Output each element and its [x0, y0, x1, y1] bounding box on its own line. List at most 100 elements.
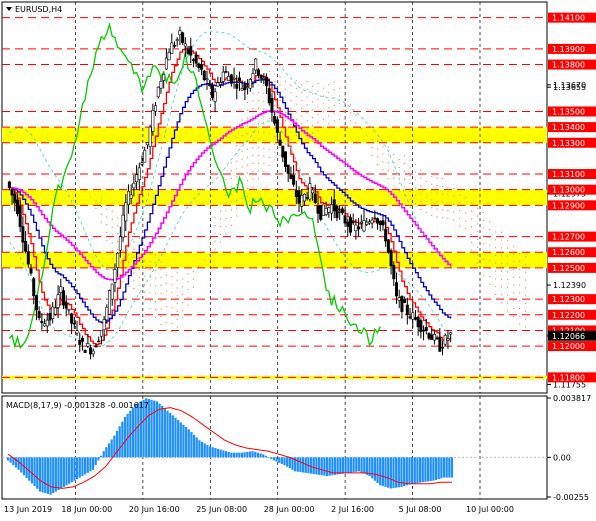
cloud-dot	[219, 241, 222, 243]
cloud-dot	[525, 318, 527, 320]
cloud-dot	[387, 162, 389, 164]
candle-bear	[37, 311, 41, 319]
cloud-dot	[495, 262, 497, 264]
cloud-dot	[513, 284, 515, 286]
chart-canvas[interactable]: EURUSD,H4 1.136701.136551.129751.123901.…	[0, 0, 596, 521]
macd-bar	[41, 457, 44, 493]
candle-bear	[89, 347, 93, 355]
candle-bull	[67, 308, 71, 311]
cloud-dot	[471, 241, 473, 243]
macd-bar	[68, 457, 71, 484]
cloud-dot	[274, 88, 276, 91]
macd-bar	[30, 457, 34, 484]
candle-bull	[262, 77, 266, 80]
macd-bar	[371, 457, 374, 479]
cloud-dot	[279, 76, 281, 78]
candle-bull	[91, 350, 95, 355]
cloud-dot	[263, 108, 265, 110]
macd-bar	[357, 457, 361, 472]
cloud-dot	[268, 70, 270, 73]
candle-bear	[405, 304, 409, 315]
macd-bar	[259, 453, 262, 458]
cloud-dot	[241, 174, 243, 176]
candle-bull	[151, 109, 155, 132]
cloud-dot	[441, 178, 444, 180]
cloud-dot	[355, 114, 357, 116]
candle-bull	[59, 286, 63, 293]
cloud-dot	[453, 188, 455, 190]
candle-bull	[365, 221, 369, 225]
cloud-dot	[127, 254, 130, 256]
price-tick-label: 1.12390	[553, 281, 586, 290]
cloud-dot	[257, 131, 260, 133]
zone-band	[2, 127, 547, 143]
cloud-dot	[295, 142, 297, 144]
cloud-dot	[465, 196, 467, 199]
cloud-dot	[322, 87, 325, 89]
macd-bar	[254, 451, 257, 458]
cloud-dot	[182, 294, 184, 296]
candle-bull	[110, 283, 114, 300]
cloud-dot	[241, 135, 243, 137]
cloud-dot	[459, 194, 461, 196]
cloud-dot	[519, 299, 521, 302]
cloud-dot	[274, 135, 276, 138]
macd-bar	[328, 457, 331, 476]
cloud-dot	[519, 276, 521, 278]
cloud-dot	[84, 189, 86, 191]
cloud-dot	[214, 248, 216, 250]
cloud-dot	[311, 116, 314, 119]
candle-bear	[403, 299, 407, 303]
cloud-dot	[290, 92, 292, 94]
candle-bull	[432, 333, 436, 341]
cloud-dot	[279, 146, 281, 149]
cloud-dot	[431, 214, 433, 217]
cloud-dot	[268, 156, 270, 159]
macd-caption: MACD(8,17,9) -0.001328 -0.001617	[6, 401, 149, 410]
candle-bull	[43, 323, 47, 327]
candle-bull	[154, 105, 158, 112]
cloud-dot	[453, 211, 455, 213]
macd-bar	[278, 457, 281, 463]
cloud-dot	[182, 278, 184, 280]
cloud-dot	[507, 278, 509, 281]
cloud-dot	[219, 225, 222, 228]
cloud-dot	[241, 197, 243, 199]
candle-bear	[286, 164, 290, 174]
cloud-dot	[393, 185, 395, 187]
cloud-dot	[165, 266, 167, 269]
macd-bar	[121, 421, 124, 458]
macd-bar	[97, 457, 100, 461]
cloud-dot	[274, 81, 276, 83]
macd-bar	[450, 457, 454, 478]
cloud-dot	[246, 195, 249, 197]
macd-bar	[360, 457, 363, 473]
candle-bear	[15, 199, 19, 215]
candle-bull	[159, 81, 163, 89]
cloud-dot	[236, 199, 238, 201]
candle-bear	[40, 321, 44, 323]
macd-pane[interactable]	[1, 395, 548, 500]
candle-bull	[324, 208, 328, 215]
macd-bar	[448, 457, 451, 478]
macd-bar	[286, 457, 289, 467]
time-label: 18 Jun 00:00	[61, 505, 112, 514]
cloud-dot	[144, 244, 146, 246]
candle-bear	[48, 313, 52, 321]
cloud-dot	[477, 223, 479, 225]
cloud-dot	[160, 308, 162, 310]
cloud-dot	[447, 217, 449, 220]
macd-bar	[158, 403, 161, 458]
cloud-dot	[252, 186, 254, 188]
cloud-dot	[344, 118, 346, 120]
macd-bar	[299, 457, 302, 473]
cloud-dot	[306, 96, 308, 98]
cloud-dot	[144, 268, 146, 270]
macd-bar	[49, 457, 52, 495]
cloud-dot	[154, 277, 157, 279]
cloud-dot	[284, 112, 287, 114]
candle-bull	[102, 319, 106, 331]
cloud-dot	[176, 326, 178, 328]
cloud-dot	[436, 184, 438, 187]
macd-bar	[413, 457, 416, 484]
